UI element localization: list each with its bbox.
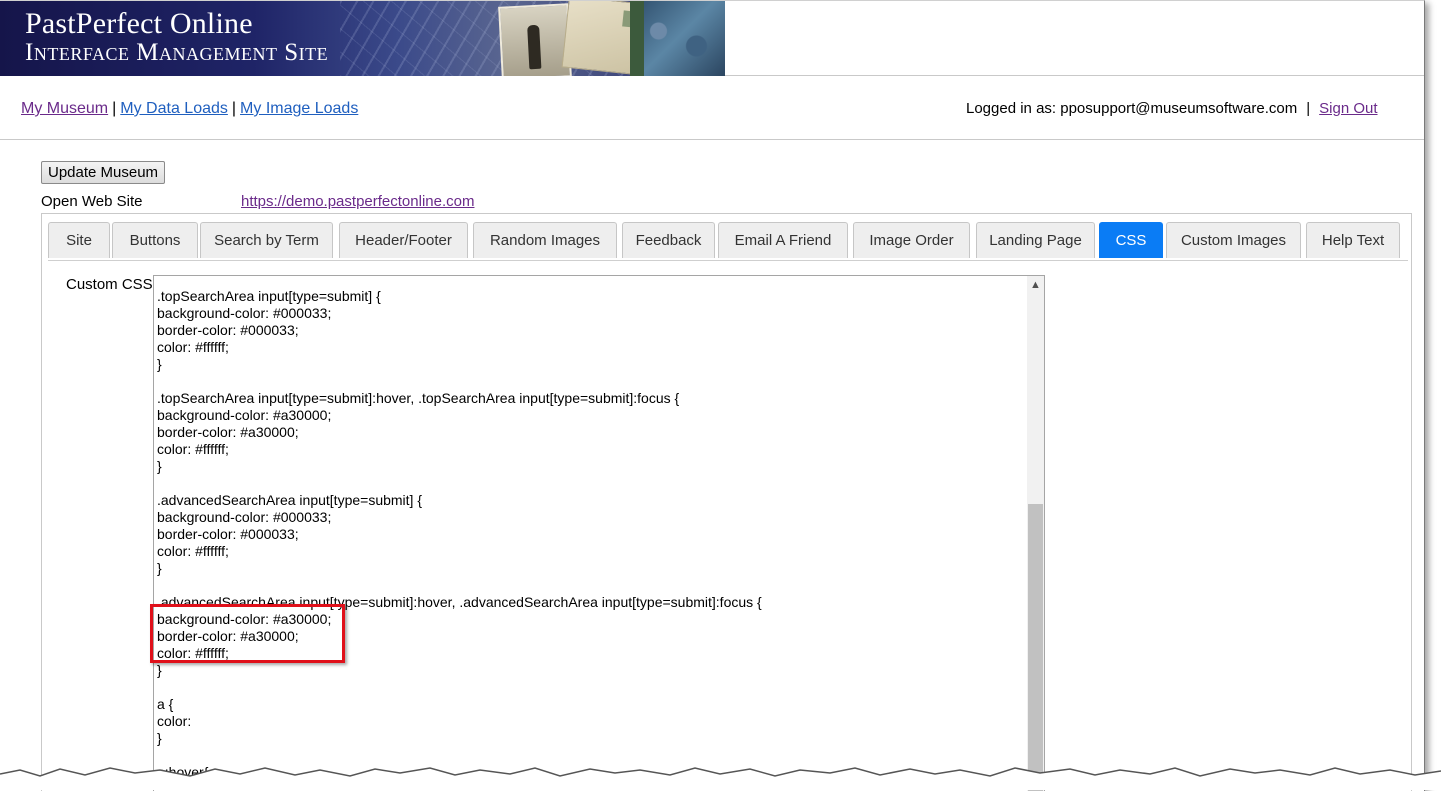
nav-separator: | (231, 100, 237, 117)
site-banner: PastPerfect Online Interface Management … (0, 1, 725, 76)
nav-my-image-loads-link[interactable]: My Image Loads (240, 100, 358, 117)
nav-separator: | (112, 100, 117, 117)
login-separator: | (1306, 100, 1311, 117)
tab-header-footer[interactable]: Header/Footer (339, 222, 468, 258)
textarea-scrollbar[interactable]: ▲ (1027, 276, 1044, 791)
tab-bar: Site Buttons Search by Term Header/Foote… (48, 222, 1408, 261)
banner-divider (725, 75, 1424, 76)
nav-my-data-loads-link[interactable]: My Data Loads (120, 100, 228, 117)
banner-title: PastPerfect Online (25, 7, 253, 40)
tab-random-images[interactable]: Random Images (473, 222, 617, 258)
banner-subtitle: Interface Management Site (25, 39, 329, 66)
custom-css-label: Custom CSS (66, 276, 153, 293)
open-web-site-link[interactable]: https://demo.pastperfectonline.com (241, 193, 474, 210)
tab-css[interactable]: CSS (1099, 222, 1163, 258)
tab-feedback[interactable]: Feedback (622, 222, 715, 258)
tab-image-order[interactable]: Image Order (853, 222, 970, 258)
tab-help-text[interactable]: Help Text (1306, 222, 1400, 258)
login-status: Logged in as: pposupport@museumsoftware.… (966, 100, 1378, 117)
open-web-site-label: Open Web Site (41, 193, 143, 210)
main-nav: My Museum | My Data Loads | My Image Loads (21, 100, 358, 118)
update-museum-button[interactable]: Update Museum (41, 161, 166, 184)
tab-buttons[interactable]: Buttons (112, 222, 198, 258)
tab-site[interactable]: Site (48, 222, 110, 258)
sign-out-link[interactable]: Sign Out (1319, 100, 1377, 117)
scrollbar-thumb[interactable] (1028, 504, 1043, 791)
page-frame: PastPerfect Online Interface Management … (0, 0, 1425, 791)
logged-in-text: Logged in as: pposupport@museumsoftware.… (966, 100, 1298, 117)
tab-custom-images[interactable]: Custom Images (1166, 222, 1301, 258)
custom-css-textarea[interactable]: .topSearchArea input[type=submit] { back… (153, 275, 1045, 791)
tab-search-by-term[interactable]: Search by Term (200, 222, 333, 258)
nav-my-museum-link[interactable]: My Museum (21, 100, 108, 117)
scroll-up-arrow-icon[interactable]: ▲ (1027, 276, 1044, 294)
torn-edge-decoration (0, 767, 1441, 790)
nav-divider (0, 139, 1424, 140)
tab-landing-page[interactable]: Landing Page (976, 222, 1095, 258)
custom-css-content[interactable]: .topSearchArea input[type=submit] { back… (157, 288, 1022, 781)
annotation-highlight-box (150, 604, 345, 663)
tab-email-a-friend[interactable]: Email A Friend (718, 222, 848, 258)
banner-book-image (630, 1, 725, 76)
